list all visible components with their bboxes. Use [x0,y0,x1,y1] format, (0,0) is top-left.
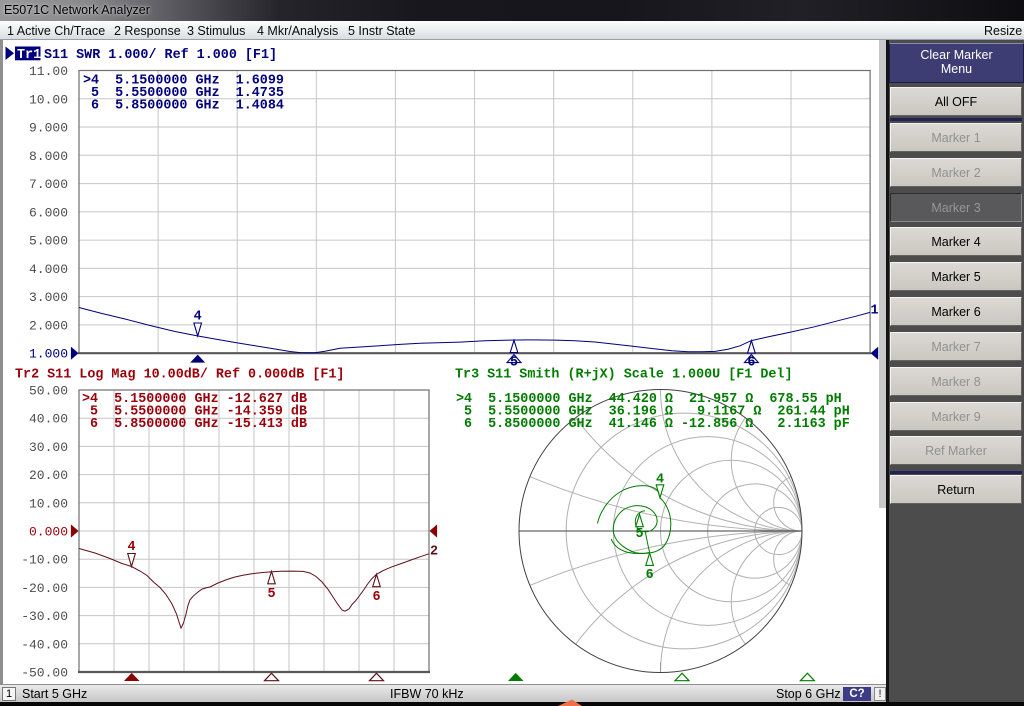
svg-text:8.000: 8.000 [29,149,68,164]
svg-text:2.000: 2.000 [29,318,68,333]
svg-text:6.000: 6.000 [29,205,68,220]
svg-text:9.000: 9.000 [29,121,68,136]
svg-text:10.00: 10.00 [29,496,68,511]
svg-text:6 5.8500000 GHz -15.413 dB: 6 5.8500000 GHz -15.413 dB [82,417,307,432]
svg-text:4.000: 4.000 [29,262,68,277]
svg-text:Tr1: Tr1 [17,48,41,63]
svg-text:6: 6 [372,590,380,605]
svg-text:-50.00: -50.00 [21,666,68,681]
svg-text:40.00: 40.00 [29,412,68,427]
svg-text:7.000: 7.000 [29,177,68,192]
svg-text:-20.00: -20.00 [21,581,68,596]
svg-text:6 5.8500000 GHz 41.146 Ω -12: 6 5.8500000 GHz 41.146 Ω -12.856 Ω 2.116… [456,417,850,432]
svg-text:6 5.8500000 GHz 1.4084: 6 5.8500000 GHz 1.4084 [83,99,284,114]
svg-text:4: 4 [127,540,135,555]
svg-text:10.00: 10.00 [29,92,68,107]
svg-text:30.00: 30.00 [29,440,68,455]
svg-text:50.00: 50.00 [29,384,68,399]
svg-text:-10.00: -10.00 [21,553,68,568]
svg-text:5.000: 5.000 [29,234,68,249]
svg-text:2: 2 [430,545,438,560]
svg-text:5: 5 [267,587,275,602]
svg-text:11.00: 11.00 [29,64,68,79]
svg-text:3.000: 3.000 [29,290,68,305]
svg-text:-40.00: -40.00 [21,637,68,652]
svg-text:Tr2 S11 Log Mag 10.00dB/ Ref 0: Tr2 S11 Log Mag 10.00dB/ Ref 0.000dB [F1… [15,368,344,383]
svg-text:5: 5 [510,356,518,371]
svg-text:1: 1 [871,304,879,319]
svg-text:0.000: 0.000 [29,525,68,540]
svg-text:6: 6 [646,568,654,583]
svg-text:S11 SWR 1.000/ Ref 1.000 [F1]: S11 SWR 1.000/ Ref 1.000 [F1] [44,48,277,63]
svg-text:6: 6 [747,356,755,371]
svg-text:20.00: 20.00 [29,468,68,483]
svg-text:4: 4 [194,310,202,325]
svg-text:1.000: 1.000 [29,347,68,362]
svg-text:Tr3 S11 Smith (R+jX) Scale 1.0: Tr3 S11 Smith (R+jX) Scale 1.000U [F1 De… [455,368,793,383]
svg-text:-30.00: -30.00 [21,609,68,624]
svg-text:5: 5 [635,527,643,542]
